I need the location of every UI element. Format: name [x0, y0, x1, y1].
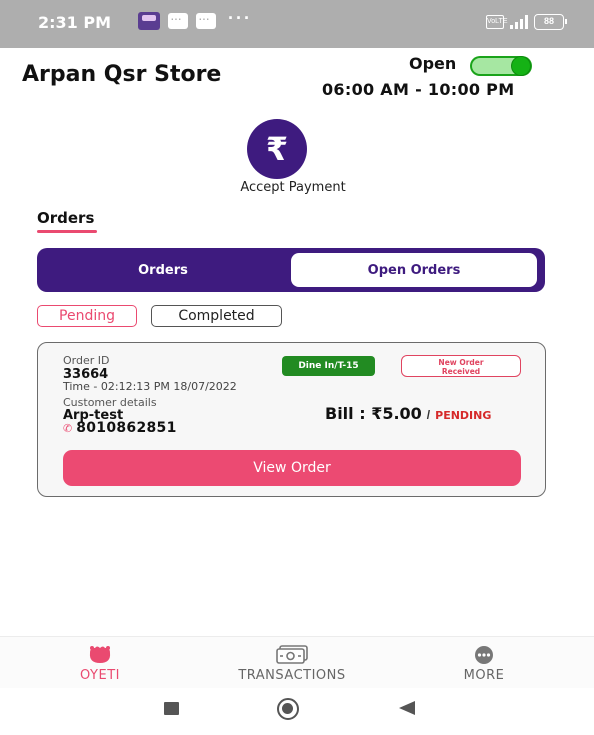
nav-oyeti-label: OYETI	[80, 668, 120, 683]
order-status-line1: New Order	[438, 358, 484, 367]
orders-heading: Orders	[37, 209, 95, 227]
app-notification-icon	[138, 12, 160, 30]
accept-payment-label[interactable]: Accept Payment	[218, 180, 368, 195]
filter-completed[interactable]: Completed	[151, 305, 282, 327]
status-bar: 2:31 PM ··· VoLTE 88	[0, 0, 594, 48]
filter-pending[interactable]: Pending	[37, 305, 137, 327]
open-toggle[interactable]	[470, 56, 532, 76]
phone-icon: ✆	[63, 422, 73, 435]
more-notifications-icon: ···	[228, 7, 252, 28]
accept-payment-button[interactable]: ₹	[247, 119, 307, 179]
message-icon	[168, 10, 188, 29]
customer-phone-row[interactable]: ✆ 8010862851	[63, 420, 177, 436]
tab-open-orders[interactable]: Open Orders	[291, 253, 537, 287]
tab-orders[interactable]: Orders	[37, 248, 289, 292]
cash-icon	[276, 645, 308, 664]
bill-separator: /	[426, 408, 431, 422]
bill-row: Bill : ₹5.00 / PENDING	[325, 404, 491, 423]
order-card: Order ID 33664 Time - 02:12:13 PM 18/07/…	[37, 342, 546, 497]
recent-apps-icon[interactable]	[164, 702, 179, 715]
order-status-badge: New Order Received	[401, 355, 521, 377]
nav-transactions[interactable]: TRANSACTIONS	[212, 637, 372, 689]
toggle-knob	[512, 57, 530, 75]
view-order-button[interactable]: View Order	[63, 450, 521, 486]
orders-tabs: Orders Open Orders	[37, 248, 545, 292]
order-id-label: Order ID	[63, 354, 110, 367]
oyeti-icon	[89, 646, 111, 663]
payment-status: PENDING	[435, 409, 492, 422]
home-icon[interactable]	[277, 698, 299, 720]
nav-more-label: MORE	[463, 668, 505, 683]
nav-transactions-label: TRANSACTIONS	[238, 668, 346, 683]
back-icon[interactable]	[399, 701, 415, 715]
order-time: Time - 02:12:13 PM 18/07/2022	[63, 380, 237, 393]
bill-amount: Bill : ₹5.00	[325, 404, 422, 423]
more-icon	[475, 646, 493, 664]
store-name: Arpan Qsr Store	[22, 62, 222, 87]
system-nav-bar	[0, 688, 594, 735]
customer-phone: 8010862851	[76, 420, 177, 436]
open-status-label: Open	[409, 54, 457, 73]
dine-in-badge: Dine In/T-15	[282, 356, 375, 376]
rupee-icon: ₹	[265, 131, 289, 167]
bottom-nav: OYETI TRANSACTIONS MORE	[0, 636, 594, 688]
nav-more[interactable]: MORE	[404, 637, 564, 689]
order-status-line2: Received	[441, 367, 481, 376]
nav-oyeti[interactable]: OYETI	[20, 637, 180, 689]
battery-icon: 88	[534, 14, 567, 30]
volte-icon: VoLTE	[486, 15, 508, 29]
signal-icon	[510, 15, 528, 29]
message-icon-2	[196, 10, 216, 29]
orders-heading-underline	[37, 230, 97, 233]
store-hours: 06:00 AM - 10:00 PM	[322, 80, 515, 99]
status-time: 2:31 PM	[38, 13, 112, 32]
